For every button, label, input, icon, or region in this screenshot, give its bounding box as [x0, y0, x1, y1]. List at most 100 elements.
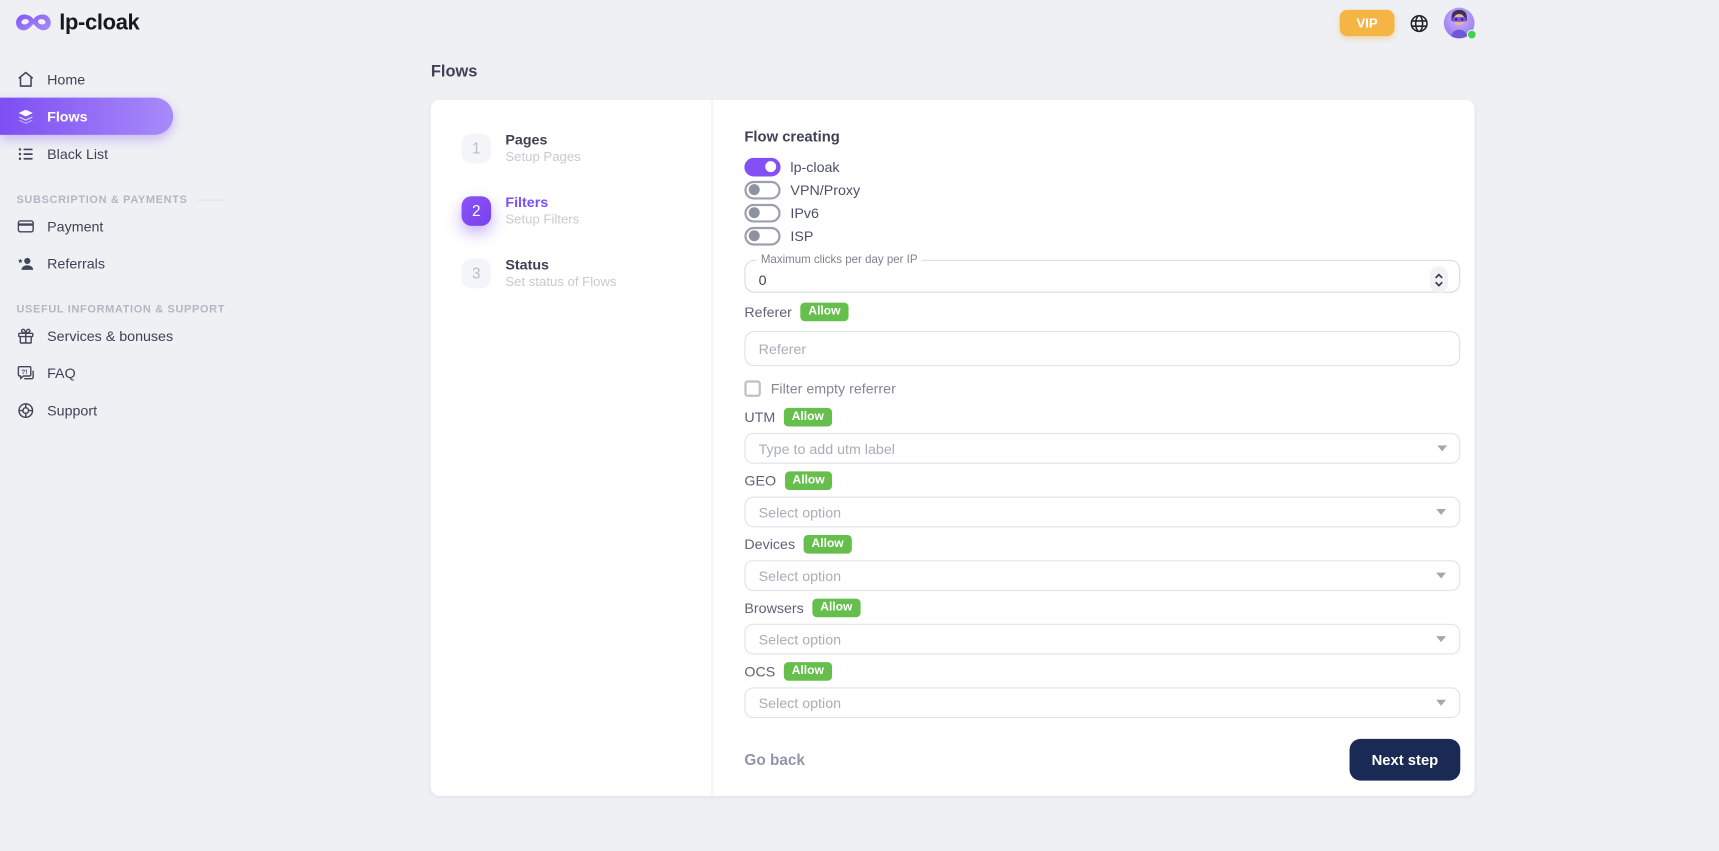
max-clicks-label: Maximum clicks per day per IP	[756, 253, 922, 266]
home-icon	[16, 70, 35, 89]
isp-toggle[interactable]	[744, 226, 780, 245]
sidebar-item-label: Black List	[47, 145, 108, 161]
chevron-down-icon	[1437, 445, 1447, 452]
toggle-row-vpn-proxy: VPN/Proxy	[744, 179, 1460, 201]
toggle-row-isp: ISP	[744, 225, 1460, 247]
sidebar-nav: Home Flows Black List SUBSCRIPTION & PAY…	[0, 60, 175, 428]
toggle-label: IPv6	[790, 204, 819, 220]
go-back-button[interactable]: Go back	[744, 751, 805, 769]
avatar[interactable]	[1444, 8, 1475, 39]
lifebuoy-icon	[16, 401, 35, 420]
sidebar-item-label: Referrals	[47, 255, 105, 271]
sidebar-item-label: Services & bonuses	[47, 327, 173, 343]
flow-panel: 1 Pages Setup Pages 2 Filters Setup Filt…	[431, 100, 1475, 796]
step-number: 1	[462, 133, 492, 163]
ipv6-toggle[interactable]	[744, 203, 780, 222]
number-stepper[interactable]	[1430, 266, 1449, 292]
form-footer: Go back Next step	[744, 739, 1460, 781]
sidebar-item-support[interactable]: Support	[0, 391, 175, 428]
brand-logo[interactable]: lp-cloak	[15, 11, 139, 36]
sidebar-item-referrals[interactable]: Referrals	[0, 244, 175, 281]
geo-label: GEO	[744, 473, 776, 489]
person-add-icon	[16, 254, 35, 273]
vip-button[interactable]: VIP	[1340, 10, 1395, 36]
ocs-allow-badge[interactable]: Allow	[784, 662, 832, 681]
step-subtitle: Setup Pages	[505, 149, 580, 165]
online-status-dot	[1467, 30, 1477, 40]
chevron-down-icon	[1436, 572, 1446, 579]
sidebar-item-services[interactable]: Services & bonuses	[0, 317, 175, 354]
gift-icon	[16, 326, 35, 345]
step-subtitle: Setup Filters	[505, 211, 579, 227]
app-root: lp-cloak Home Flows Black List SUBSCRIPT…	[0, 0, 1719, 851]
faq-bubble-icon: ?!	[16, 363, 35, 382]
sidebar: lp-cloak Home Flows Black List SUBSCRIPT…	[0, 0, 175, 851]
referer-label: Referer	[744, 304, 792, 320]
toggle-row-ipv6: IPv6	[744, 202, 1460, 224]
sidebar-item-payment[interactable]: Payment	[0, 207, 175, 244]
sidebar-item-flows[interactable]: Flows	[0, 98, 173, 135]
max-clicks-field: Maximum clicks per day per IP	[744, 253, 1460, 292]
geo-allow-badge[interactable]: Allow	[785, 471, 833, 490]
chevron-down-icon	[1436, 699, 1446, 706]
referer-input[interactable]	[744, 331, 1460, 366]
devices-allow-badge[interactable]: Allow	[804, 535, 852, 554]
ocs-select[interactable]: Select option	[744, 687, 1460, 718]
filter-empty-referrer-row: Filter empty referrer	[744, 379, 1460, 397]
step-number: 2	[462, 196, 492, 226]
select-placeholder: Select option	[759, 567, 841, 583]
form-title: Flow creating	[744, 128, 1460, 146]
geo-label-row: GEO Allow	[744, 471, 1460, 490]
step-title: Status	[505, 256, 616, 274]
divider	[196, 199, 225, 200]
ocs-label-row: OCS Allow	[744, 662, 1460, 681]
browsers-allow-badge[interactable]: Allow	[813, 599, 861, 618]
devices-label-row: Devices Allow	[744, 535, 1460, 554]
referer-label-row: Referer Allow	[744, 303, 1460, 322]
utm-input[interactable]	[744, 433, 1460, 464]
select-placeholder: Select option	[759, 631, 841, 647]
next-step-button[interactable]: Next step	[1350, 739, 1461, 781]
step-filters[interactable]: 2 Filters Setup Filters	[462, 190, 712, 232]
section-header-support: USEFUL INFORMATION & SUPPORT	[16, 301, 175, 316]
devices-select[interactable]: Select option	[744, 560, 1460, 591]
checkbox-label: Filter empty referrer	[771, 380, 896, 396]
page-title: Flows	[431, 62, 478, 81]
sidebar-item-label: Flows	[47, 108, 87, 124]
step-status[interactable]: 3 Status Set status of Flows	[462, 252, 712, 294]
stepper-arrows-icon	[1434, 271, 1444, 287]
brand-name: lp-cloak	[59, 11, 139, 36]
credit-card-icon	[16, 217, 35, 236]
topbar: VIP	[1340, 8, 1475, 39]
sidebar-item-blacklist[interactable]: Black List	[0, 135, 175, 172]
sidebar-item-label: Payment	[47, 218, 103, 234]
referer-allow-badge[interactable]: Allow	[801, 303, 849, 322]
utm-label-row: UTM Allow	[744, 408, 1460, 427]
step-subtitle: Set status of Flows	[505, 274, 616, 290]
toggle-label: lp-cloak	[790, 158, 839, 174]
select-placeholder: Select option	[759, 695, 841, 711]
step-title: Filters	[505, 193, 579, 211]
ocs-label: OCS	[744, 663, 775, 679]
browsers-select[interactable]: Select option	[744, 624, 1460, 655]
sidebar-item-home[interactable]: Home	[0, 60, 175, 97]
section-header-subscription: SUBSCRIPTION & PAYMENTS	[16, 192, 175, 207]
geo-select[interactable]: Select option	[744, 497, 1460, 528]
chevron-down-icon	[1436, 509, 1446, 516]
utm-allow-badge[interactable]: Allow	[784, 408, 832, 427]
utm-label: UTM	[744, 409, 775, 425]
mask-icon	[15, 12, 51, 36]
browsers-label-row: Browsers Allow	[744, 599, 1460, 618]
vpn-proxy-toggle[interactable]	[744, 180, 780, 199]
lp-cloak-toggle[interactable]	[744, 157, 780, 176]
select-placeholder: Select option	[759, 504, 841, 520]
flows-stack-icon	[16, 107, 35, 126]
globe-icon[interactable]	[1409, 13, 1430, 34]
toggle-label: VPN/Proxy	[790, 181, 860, 197]
toggle-label: ISP	[790, 227, 813, 243]
filter-empty-referrer-checkbox[interactable]	[744, 380, 760, 396]
sidebar-item-faq[interactable]: ?! FAQ	[0, 354, 175, 391]
max-clicks-input[interactable]	[759, 271, 1430, 287]
sidebar-item-label: Home	[47, 71, 85, 87]
step-pages[interactable]: 1 Pages Setup Pages	[462, 127, 712, 169]
